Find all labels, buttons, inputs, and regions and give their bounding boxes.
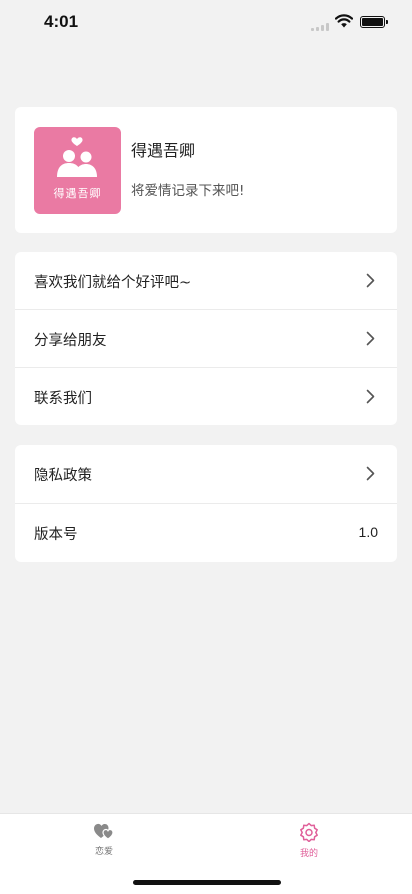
contact-us-row[interactable]: 联系我们 xyxy=(15,368,397,425)
gear-icon xyxy=(300,822,318,842)
tab-mine[interactable]: 我的 xyxy=(279,822,339,866)
privacy-policy-row[interactable]: 隐私政策 xyxy=(15,445,397,502)
rate-us-row[interactable]: 喜欢我们就给个好评吧~ xyxy=(15,252,397,309)
tab-mine-label: 我的 xyxy=(299,849,318,859)
chevron-right-icon xyxy=(366,273,375,288)
tab-love[interactable]: 恋爱 xyxy=(74,822,134,866)
home-indicator xyxy=(133,880,281,885)
wifi-icon xyxy=(335,14,353,28)
share-row[interactable]: 分享给朋友 xyxy=(15,310,397,367)
version-value: 1.0 xyxy=(358,524,378,540)
app-logo: 得遇吾卿 xyxy=(34,127,121,214)
app-name: 得遇吾卿 xyxy=(131,141,196,160)
contact-us-label: 联系我们 xyxy=(34,391,92,407)
battery-icon xyxy=(360,16,388,28)
version-label: 版本号 xyxy=(34,527,78,543)
chevron-right-icon xyxy=(366,331,375,346)
rate-us-label: 喜欢我们就给个好评吧~ xyxy=(34,275,192,291)
couple-heart-icon xyxy=(57,137,97,177)
menu-group-2: 隐私政策 版本号 1.0 xyxy=(15,445,397,562)
share-label: 分享给朋友 xyxy=(34,333,107,349)
logo-text: 得遇吾卿 xyxy=(53,187,102,200)
chevron-right-icon xyxy=(366,389,375,404)
status-time: 4:01 xyxy=(44,12,79,31)
app-slogan: 将爱情记录下来吧! xyxy=(131,183,245,199)
status-bar: 4:01 xyxy=(0,0,412,46)
tab-love-label: 恋爱 xyxy=(94,847,113,857)
hearts-icon xyxy=(94,823,114,840)
app-info-card: 得遇吾卿 得遇吾卿 将爱情记录下来吧! xyxy=(15,107,397,233)
chevron-right-icon xyxy=(366,466,375,481)
version-row: 版本号 1.0 xyxy=(15,504,397,561)
menu-group-1: 喜欢我们就给个好评吧~ 分享给朋友 联系我们 xyxy=(15,252,397,425)
privacy-policy-label: 隐私政策 xyxy=(34,468,92,484)
cellular-signal-icon xyxy=(311,23,331,31)
